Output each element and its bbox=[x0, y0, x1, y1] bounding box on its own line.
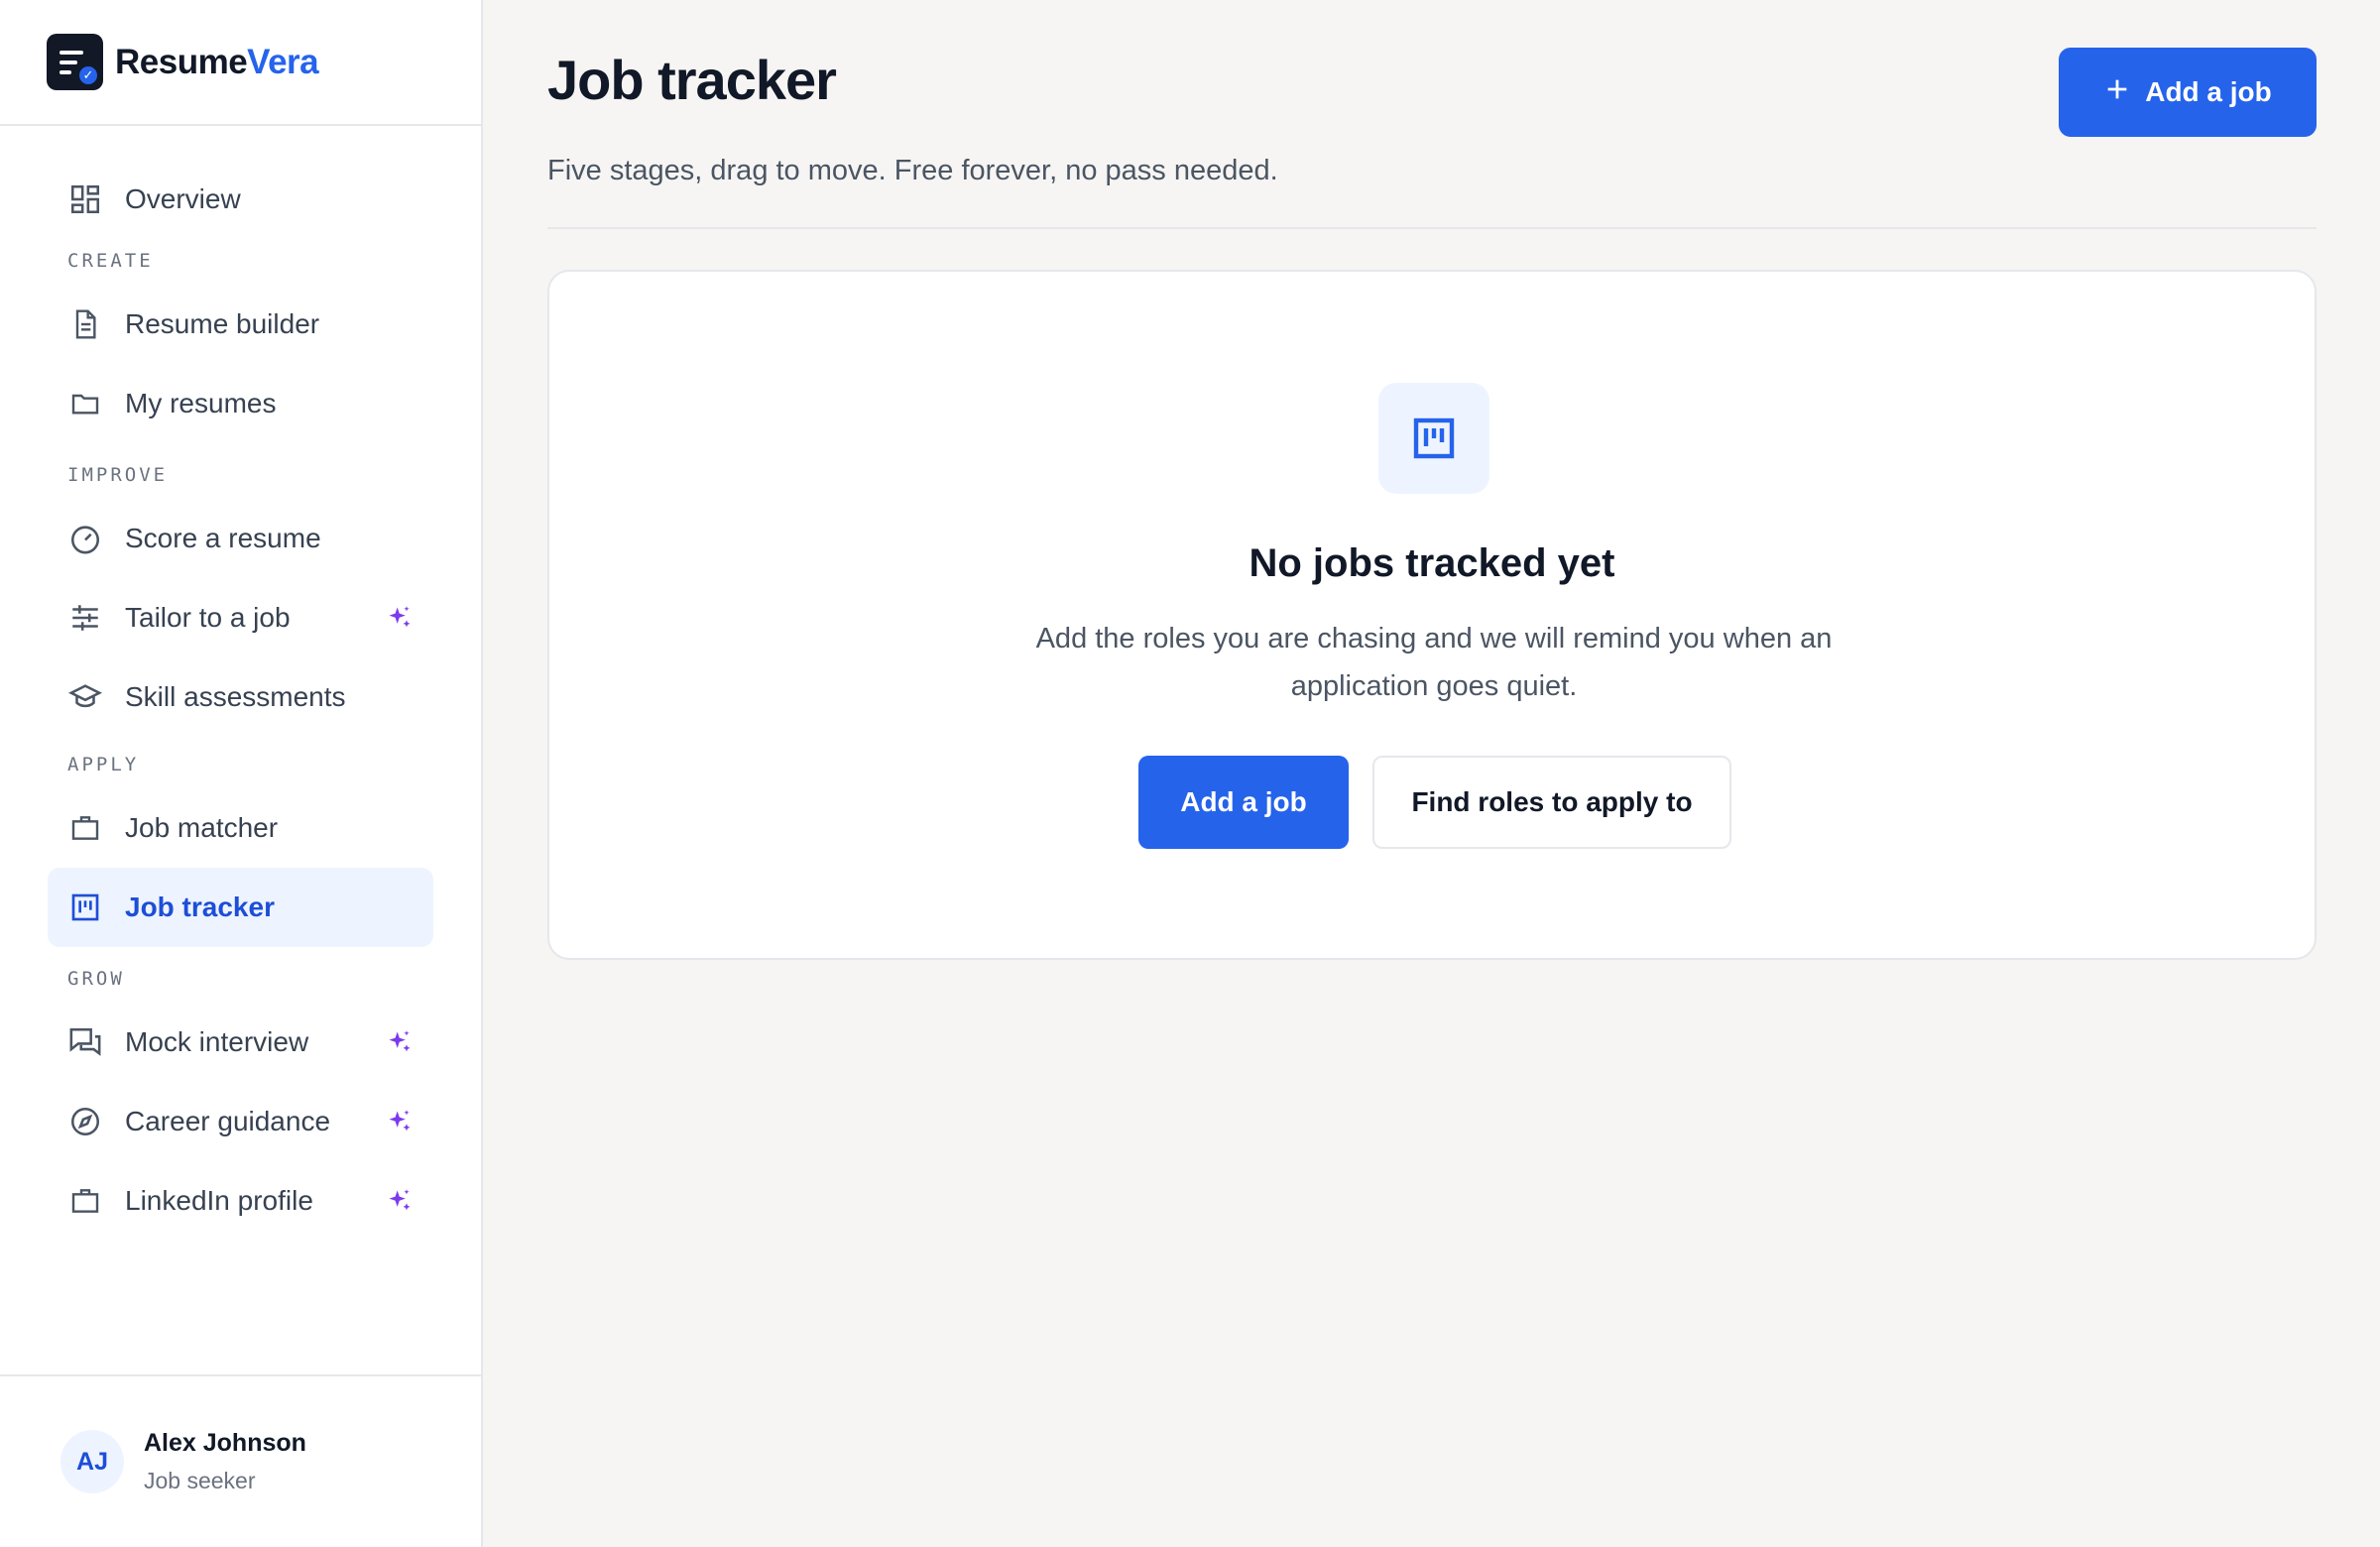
sidebar-item-my-resumes[interactable]: My resumes bbox=[48, 364, 433, 443]
folder-icon bbox=[67, 386, 103, 421]
sidebar-item-linkedin-profile[interactable]: LinkedIn profile bbox=[48, 1161, 433, 1241]
sidebar-item-job-matcher[interactable]: Job matcher bbox=[48, 788, 433, 868]
brand-header[interactable]: ✓ ResumeVera bbox=[0, 0, 481, 126]
find-roles-button[interactable]: Find roles to apply to bbox=[1372, 756, 1731, 849]
gauge-icon bbox=[67, 521, 103, 556]
sidebar-nav: Overview CREATE Resume builder My resume… bbox=[0, 126, 481, 1241]
sidebar-item-label: LinkedIn profile bbox=[125, 1185, 313, 1216]
avatar: AJ bbox=[60, 1430, 124, 1493]
kanban-icon bbox=[67, 890, 103, 925]
page-subtitle: Five stages, drag to move. Free forever,… bbox=[547, 155, 1278, 186]
sidebar-item-tailor-job[interactable]: Tailor to a job bbox=[48, 578, 433, 657]
brand-name: ResumeVera bbox=[115, 42, 319, 81]
sidebar-item-resume-builder[interactable]: Resume builder bbox=[48, 285, 433, 364]
empty-add-job-button[interactable]: Add a job bbox=[1138, 756, 1349, 849]
briefcase-icon bbox=[67, 810, 103, 846]
sidebar-item-label: Mock interview bbox=[125, 1026, 309, 1057]
sidebar-item-label: Resume builder bbox=[125, 308, 320, 339]
sidebar-item-label: Career guidance bbox=[125, 1106, 331, 1136]
sidebar-item-label: My resumes bbox=[125, 388, 277, 418]
header-divider bbox=[547, 227, 2317, 229]
sidebar: ✓ ResumeVera Overview CREATE Resume buil… bbox=[0, 0, 483, 1547]
user-role: Job seeker bbox=[144, 1468, 256, 1493]
ai-sparkle-icon bbox=[386, 1028, 414, 1056]
kanban-icon bbox=[1378, 383, 1489, 494]
sidebar-item-skill-assessments[interactable]: Skill assessments bbox=[48, 657, 433, 737]
sidebar-item-mock-interview[interactable]: Mock interview bbox=[48, 1003, 433, 1082]
empty-state-description: Add the roles you are chasing and we wil… bbox=[1035, 623, 1833, 702]
section-label-apply: APPLY bbox=[67, 754, 140, 775]
empty-state-title: No jobs tracked yet bbox=[1249, 541, 1615, 585]
page-title: Job tracker bbox=[547, 49, 837, 111]
briefcase-icon bbox=[67, 1183, 103, 1219]
empty-state-card: No jobs tracked yet Add the roles you ar… bbox=[547, 270, 2317, 960]
ai-sparkle-icon bbox=[386, 604, 414, 632]
sliders-icon bbox=[67, 600, 103, 636]
document-icon bbox=[67, 306, 103, 342]
user-name: Alex Johnson bbox=[144, 1429, 306, 1457]
sidebar-item-label: Job tracker bbox=[125, 892, 275, 922]
sidebar-item-career-guidance[interactable]: Career guidance bbox=[48, 1082, 433, 1161]
compass-icon bbox=[67, 1104, 103, 1139]
sidebar-item-score-resume[interactable]: Score a resume bbox=[48, 499, 433, 578]
ai-sparkle-icon bbox=[386, 1187, 414, 1215]
graduation-cap-icon bbox=[67, 679, 103, 715]
chat-icon bbox=[67, 1024, 103, 1060]
add-job-button-label: Add a job bbox=[2145, 76, 2272, 107]
add-job-button[interactable]: Add a job bbox=[2059, 48, 2317, 137]
sidebar-item-overview[interactable]: Overview bbox=[48, 160, 433, 239]
logo-icon: ✓ bbox=[47, 34, 103, 90]
sidebar-item-label: Skill assessments bbox=[125, 681, 346, 712]
dashboard-icon bbox=[67, 181, 103, 217]
section-label-grow: GROW bbox=[67, 968, 125, 990]
sidebar-item-label: Overview bbox=[125, 183, 241, 214]
sidebar-item-label: Score a resume bbox=[125, 523, 321, 553]
user-profile[interactable]: AJ Alex Johnson Job seeker bbox=[0, 1374, 481, 1547]
section-label-improve: IMPROVE bbox=[67, 464, 169, 486]
sidebar-item-job-tracker[interactable]: Job tracker bbox=[48, 868, 433, 947]
plus-icon bbox=[2103, 75, 2131, 110]
ai-sparkle-icon bbox=[386, 1108, 414, 1135]
sidebar-item-label: Tailor to a job bbox=[125, 602, 291, 633]
section-label-create: CREATE bbox=[67, 250, 154, 272]
sidebar-item-label: Job matcher bbox=[125, 812, 279, 843]
